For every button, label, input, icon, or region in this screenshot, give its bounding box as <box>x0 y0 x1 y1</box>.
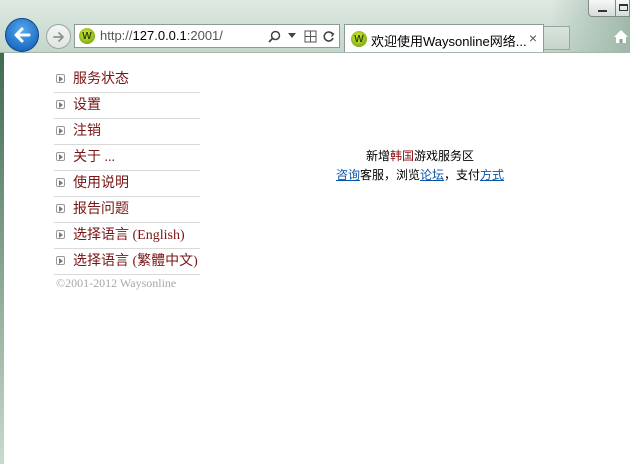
menu-link[interactable]: 服务状态 <box>73 67 129 92</box>
arrow-box-icon <box>56 74 65 83</box>
arrow-box-icon <box>56 256 65 265</box>
refresh-icon[interactable] <box>321 28 335 44</box>
home-button[interactable] <box>612 28 630 46</box>
menu-link[interactable]: 注销 <box>73 119 101 144</box>
consult-link[interactable]: 咨询 <box>336 168 360 182</box>
menu-item-service-status[interactable]: 服务状态 <box>54 67 200 93</box>
copyright-text: ©2001-2012 Waysonline <box>56 276 177 290</box>
menu-item-logout[interactable]: 注销 <box>54 119 200 145</box>
back-button[interactable] <box>5 18 39 52</box>
address-url[interactable]: http://127.0.0.1:2001/ <box>100 28 223 43</box>
tab-title: 欢迎使用Waysonline网络... <box>371 34 527 49</box>
new-tab-button[interactable] <box>544 26 570 50</box>
minimize-button[interactable] <box>588 0 616 17</box>
compatibility-view-icon[interactable] <box>303 28 317 44</box>
maximize-button[interactable] <box>615 0 630 17</box>
active-tab[interactable]: W 欢迎使用Waysonline网络... × <box>344 24 544 52</box>
payment-method-link[interactable]: 方式 <box>480 168 504 182</box>
page-content: 服务状态 设置 注销 关于 ... 使用说明 报告问题 选择语言 (Englis… <box>0 53 630 464</box>
menu-item-language-english[interactable]: 选择语言 (English) <box>54 223 200 249</box>
arrow-left-icon <box>14 27 31 43</box>
menu-link[interactable]: 设置 <box>73 93 101 118</box>
arrow-box-icon <box>56 126 65 135</box>
arrow-box-icon <box>56 178 65 187</box>
arrow-box-icon <box>56 152 65 161</box>
menu-link[interactable]: 关于 ... <box>73 145 115 170</box>
menu-link[interactable]: 报告问题 <box>73 197 129 222</box>
search-icon[interactable] <box>267 28 281 44</box>
arrow-right-icon <box>52 31 64 42</box>
tab-favicon-icon: W <box>351 31 367 47</box>
menu-item-settings[interactable]: 设置 <box>54 93 200 119</box>
menu-link[interactable]: 使用说明 <box>73 171 129 196</box>
address-bar[interactable]: W http://127.0.0.1:2001/ <box>74 24 340 48</box>
menu-item-language-traditional-chinese[interactable]: 选择语言 (繁體中文) <box>54 249 200 275</box>
forward-button[interactable] <box>46 24 71 49</box>
notice-box: 新增韩国游戏服务区 咨询客服，浏览论坛，支付方式 <box>300 147 540 185</box>
menu-item-instructions[interactable]: 使用说明 <box>54 171 200 197</box>
home-icon <box>614 30 628 43</box>
arrow-box-icon <box>56 100 65 109</box>
menu-item-about[interactable]: 关于 ... <box>54 145 200 171</box>
notice-line-1: 新增韩国游戏服务区 <box>365 149 475 163</box>
forum-link[interactable]: 论坛 <box>420 168 444 182</box>
side-menu: 服务状态 设置 注销 关于 ... 使用说明 报告问题 选择语言 (Englis… <box>54 67 200 275</box>
browser-chrome: W http://127.0.0.1:2001/ W 欢迎使用Waysonlin… <box>0 0 630 53</box>
arrow-box-icon <box>56 230 65 239</box>
tab-close-icon[interactable]: × <box>529 30 537 46</box>
site-favicon-icon: W <box>79 28 95 44</box>
arrow-box-icon <box>56 204 65 213</box>
menu-link[interactable]: 选择语言 (繁體中文) <box>73 249 198 274</box>
menu-item-report-problem[interactable]: 报告问题 <box>54 197 200 223</box>
menu-link[interactable]: 选择语言 (English) <box>73 223 185 248</box>
highlight-text: 韩国 <box>389 149 414 163</box>
dropdown-chevron-icon[interactable] <box>285 28 299 44</box>
notice-line-2: 咨询客服，浏览论坛，支付方式 <box>335 168 505 182</box>
